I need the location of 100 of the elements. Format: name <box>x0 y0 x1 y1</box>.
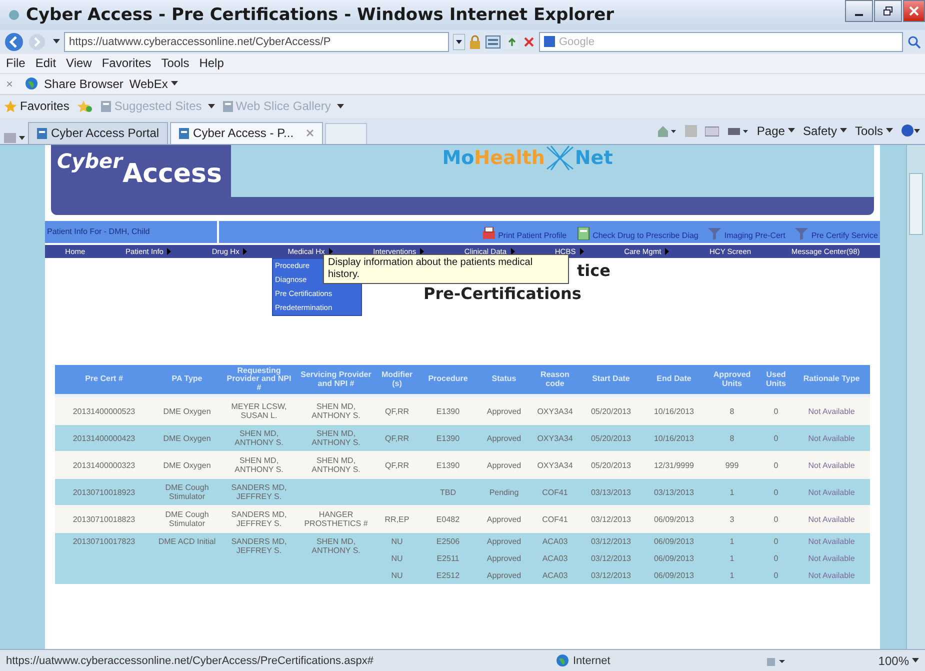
document-icon <box>576 226 590 240</box>
table-cell: 20131400000323 <box>72 460 136 470</box>
table-cell: OXY3A34 <box>537 406 573 416</box>
page-icon <box>37 128 47 139</box>
table-cell: Approved <box>486 434 522 443</box>
table-cell: Approved <box>486 554 522 564</box>
table-cell: 06/09/2013 <box>654 554 694 564</box>
table-cell-text: DME Cough Stimulator <box>164 483 210 502</box>
tooltip: Display information about the patients medical history. <box>323 254 569 284</box>
table-cell: 1 <box>730 537 734 546</box>
star-icon <box>4 100 17 113</box>
table-cell: TBD <box>440 488 456 497</box>
table-cell: OXY3A34 <box>537 434 573 443</box>
zoom-control[interactable]: 100% <box>878 654 919 668</box>
table-cell: 20131400000523 <box>72 406 136 416</box>
partner-logo: MoHealth Net <box>442 144 613 171</box>
table-cell: 0 <box>774 571 778 580</box>
globe-icon <box>25 77 38 90</box>
table-cell: 05/20/2013 <box>590 406 632 416</box>
table-cell: E1390 <box>436 406 460 416</box>
page-icon <box>101 100 112 112</box>
table-cell-text: SHEN MD, ANTHONY S. <box>234 429 284 448</box>
table-cell: 1 <box>730 554 734 564</box>
table-cell-text: HANGER PROSTHETICS # <box>303 510 369 528</box>
funnel-icon <box>795 226 808 240</box>
restore-button[interactable] <box>874 0 902 22</box>
table-cell: 12/31/9999 <box>654 460 694 470</box>
table-cell: ACA03 <box>542 554 568 564</box>
table-cell: 06/09/2013 <box>654 537 694 546</box>
help-icon[interactable] <box>901 124 921 138</box>
table-cell: DME Oxygen <box>163 434 211 443</box>
stop-icon[interactable] <box>523 36 535 48</box>
menu-item[interactable]: Help <box>199 56 224 70</box>
table-cell: 03/12/2013 <box>590 554 632 564</box>
close-tab-icon[interactable] <box>306 129 314 138</box>
table-cell: 03/12/2013 <box>590 537 632 546</box>
favorites-button[interactable]: Favorites <box>4 99 70 114</box>
command-menu[interactable]: Safety <box>802 124 847 138</box>
security-zone: Internet <box>556 654 756 668</box>
address-field[interactable]: https://uatwww.cyberaccessonline.net/CyberAccess/P <box>64 32 449 52</box>
table-cell: Not Available <box>808 571 855 580</box>
add-favorite-icon[interactable] <box>77 100 94 113</box>
table-cell: Not Available <box>808 488 855 497</box>
table-cell: 0 <box>774 406 778 416</box>
table-cell: Not Available <box>808 537 855 546</box>
x-mark-icon <box>544 144 575 171</box>
table-cell: NU <box>391 571 403 580</box>
table-cell: 999 <box>725 460 739 470</box>
table-cell: Approved <box>486 537 522 546</box>
toolbar-item[interactable]: WebEx <box>129 76 178 91</box>
lock-icon <box>469 34 481 49</box>
close-button[interactable] <box>903 0 925 22</box>
table-cell: Not Available <box>808 460 855 470</box>
table-cell: 20131400000423 <box>72 434 136 443</box>
table-cell: ACA03 <box>542 537 568 546</box>
table-cell: Approved <box>486 514 522 524</box>
menu-item[interactable]: File <box>6 56 26 70</box>
table-cell: 03/13/2013 <box>590 488 632 497</box>
table-cell: Approved <box>486 460 522 470</box>
table-cell: DME Oxygen <box>163 406 211 416</box>
page-title: Pre-Certifications <box>424 284 582 303</box>
search-icon[interactable] <box>907 34 921 49</box>
table-cell: ACA03 <box>542 571 568 580</box>
scroll-thumb[interactable] <box>909 172 923 235</box>
quick-tabs-icon[interactable] <box>4 132 26 144</box>
command-menu[interactable]: Tools <box>854 124 893 138</box>
table-cell: 8 <box>730 434 734 443</box>
dropdown-icon[interactable] <box>453 34 465 50</box>
menu-item[interactable]: Edit <box>35 56 56 70</box>
scrollbar[interactable] <box>906 144 925 650</box>
table-cell-text: MEYER LCSW, SUSAN L. <box>230 402 288 420</box>
table-cell-text: SANDERS MD, JEFFREY S. <box>230 510 288 528</box>
table-cell: 05/20/2013 <box>590 460 632 470</box>
table-cell: 10/16/2013 <box>654 406 694 416</box>
table-cell: NU <box>391 537 403 546</box>
close-icon <box>909 6 919 16</box>
table-cell: 8 <box>730 406 734 416</box>
table-cell-text: DME Cough Stimulator <box>164 510 210 528</box>
table-cell: Approved <box>486 571 522 580</box>
table-cell: COF41 <box>542 488 568 497</box>
patient-info-label: Patient Info For - DMH, Child <box>45 220 219 243</box>
minimize-icon <box>855 14 863 16</box>
restore-icon <box>883 6 893 16</box>
command-menu[interactable]: Page <box>756 124 795 138</box>
table-cell-text: SHEN MD, ANTHONY S. <box>310 402 362 420</box>
table-cell: Approved <box>486 406 522 416</box>
table-cell: 20130710018923 <box>72 488 136 497</box>
minimize-button[interactable] <box>845 0 873 22</box>
back-icon[interactable] <box>4 32 24 52</box>
table-cell-text: SHEN MD, ANTHONY S. <box>310 429 362 448</box>
browser-tab[interactable]: Cyber Access - P... <box>170 122 323 144</box>
caret-icon <box>53 39 60 44</box>
toolbar-item[interactable]: Share Browser <box>44 76 124 91</box>
menu-item[interactable]: Favorites <box>102 56 152 70</box>
window-title: Cyber Access - Pre Certifications - Windows Internet Explorer <box>26 4 616 25</box>
browser-tab[interactable]: Cyber Access Portal <box>28 122 168 144</box>
home-icon[interactable] <box>656 124 677 138</box>
table-cell: Not Available <box>808 514 855 524</box>
menu-item[interactable]: View <box>66 56 92 70</box>
menu-item[interactable]: Tools <box>161 56 190 70</box>
